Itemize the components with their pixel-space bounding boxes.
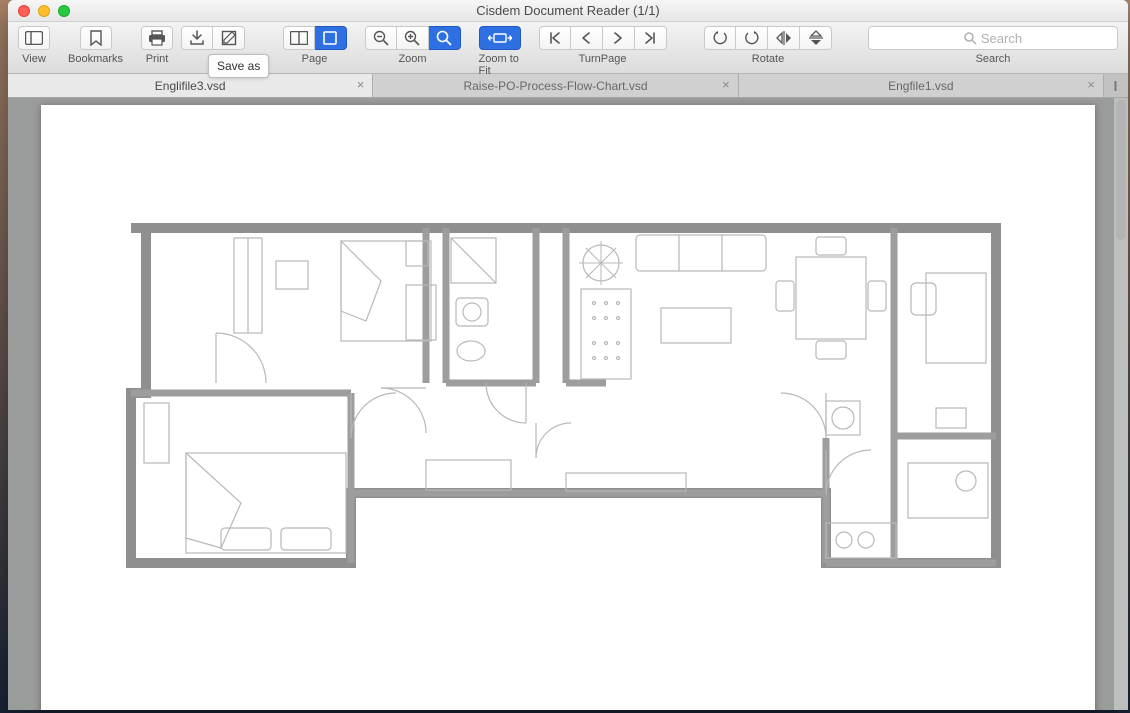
close-tab-icon[interactable]: × (357, 78, 365, 91)
zoom-in-button[interactable] (397, 26, 429, 50)
download-icon (189, 30, 205, 46)
page-group: Page (283, 26, 347, 65)
bookmarks-button[interactable] (80, 26, 112, 50)
view-label: View (22, 53, 46, 65)
document-page (41, 105, 1095, 710)
print-button[interactable] (141, 26, 173, 50)
flip-v-icon (808, 30, 824, 46)
bookmarks-group: Bookmarks (68, 26, 123, 65)
tabbar: Englifile3.vsd × Raise-PO-Process-Flow-C… (8, 74, 1128, 98)
close-tab-icon[interactable]: × (722, 78, 730, 91)
zoom-group: Zoom (365, 26, 461, 65)
bookmark-icon (90, 30, 102, 46)
window-title: Cisdem Document Reader (1/1) (8, 3, 1128, 18)
window-controls (18, 5, 70, 17)
tab-engfile1[interactable]: Engfile1.vsd × (739, 74, 1104, 97)
page-single-button[interactable] (315, 26, 347, 50)
last-page-button[interactable] (635, 26, 667, 50)
rotate-right-button[interactable] (736, 26, 768, 50)
new-tab-button[interactable] (1104, 74, 1128, 97)
single-page-icon (323, 31, 337, 45)
edit-button[interactable] (213, 26, 245, 50)
app-window: Cisdem Document Reader (1/1) View Bookma… (8, 0, 1128, 710)
search-icon (964, 32, 977, 45)
view-group: View (18, 26, 50, 65)
zoom-label: Zoom (398, 53, 426, 65)
search-label: Search (976, 53, 1011, 65)
maximize-icon[interactable] (58, 5, 70, 17)
tab-label: Engfile1.vsd (888, 79, 953, 93)
zoom-to-fit-button[interactable] (479, 26, 521, 50)
rotate-right-icon (744, 30, 760, 46)
flip-h-icon (776, 30, 792, 46)
page-two-up-button[interactable] (283, 26, 315, 50)
overflow-icon (1113, 79, 1118, 93)
turnpage-label: TurnPage (579, 53, 627, 65)
save-button[interactable] (181, 26, 213, 50)
first-page-button[interactable] (539, 26, 571, 50)
rotate-group: Rotate (704, 26, 832, 65)
toolbar: View Bookmarks Print (8, 22, 1128, 74)
rotate-left-button[interactable] (704, 26, 736, 50)
rotate-left-icon (712, 30, 728, 46)
fit-icon (488, 31, 512, 45)
rotate-label: Rotate (752, 53, 784, 65)
zoom-icon (436, 30, 452, 46)
view-button[interactable] (18, 26, 50, 50)
flip-v-button[interactable] (800, 26, 832, 50)
save-as-tooltip: Save as (208, 54, 269, 78)
search-placeholder: Search (981, 31, 1022, 46)
search-input[interactable]: Search (868, 26, 1118, 50)
next-icon (612, 31, 624, 45)
zoom-in-icon (404, 30, 420, 46)
page-label: Page (302, 53, 328, 65)
vertical-scrollbar[interactable] (1114, 98, 1128, 710)
zoom-out-icon (373, 30, 389, 46)
scrollbar-thumb[interactable] (1116, 100, 1126, 240)
zoom-actual-button[interactable] (429, 26, 461, 50)
tab-englifile3[interactable]: Englifile3.vsd × (8, 74, 373, 97)
print-icon (148, 30, 166, 46)
prev-page-button[interactable] (571, 26, 603, 50)
first-icon (548, 31, 562, 45)
close-tab-icon[interactable]: × (1087, 78, 1095, 91)
search-group: Search Search (868, 26, 1118, 65)
minimize-icon[interactable] (38, 5, 50, 17)
tab-label: Raise-PO-Process-Flow-Chart.vsd (463, 79, 647, 93)
zoom-fit-group: Zoom to Fit (479, 26, 521, 77)
turnpage-group: TurnPage (539, 26, 667, 65)
bookmarks-label: Bookmarks (68, 53, 123, 65)
sidebar-icon (25, 31, 43, 45)
prev-icon (580, 31, 592, 45)
print-label: Print (146, 53, 169, 65)
next-page-button[interactable] (603, 26, 635, 50)
tab-label: Englifile3.vsd (155, 79, 226, 93)
last-icon (643, 31, 657, 45)
zoom-out-button[interactable] (365, 26, 397, 50)
print-group: Print (141, 26, 173, 65)
document-viewport[interactable] (8, 98, 1128, 710)
floorplan-drawing (126, 223, 1013, 576)
titlebar: Cisdem Document Reader (1/1) (8, 0, 1128, 22)
tab-raise-po[interactable]: Raise-PO-Process-Flow-Chart.vsd × (373, 74, 738, 97)
edit-icon (221, 30, 237, 46)
two-page-icon (290, 31, 308, 45)
flip-h-button[interactable] (768, 26, 800, 50)
close-icon[interactable] (18, 5, 30, 17)
